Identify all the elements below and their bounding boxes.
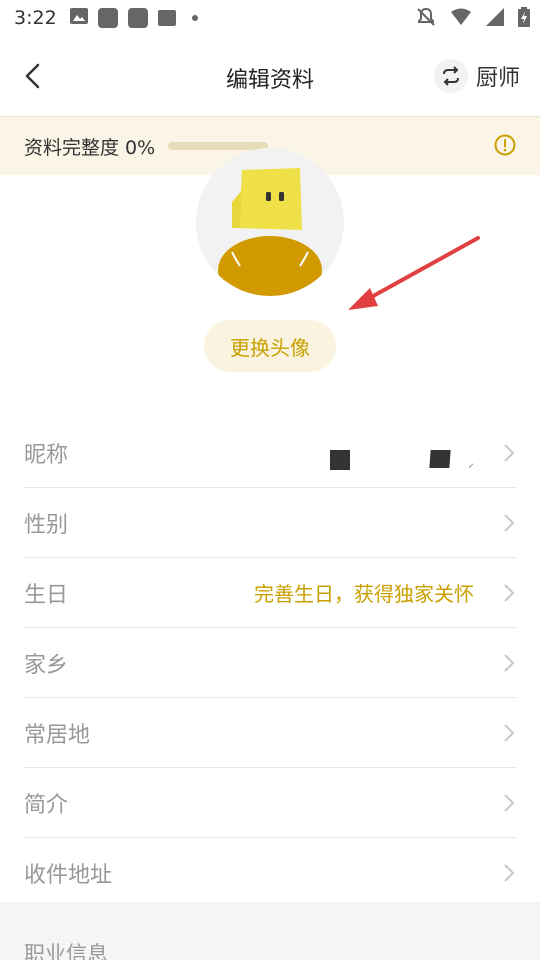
item-label: 性别 [24, 512, 69, 538]
change-avatar-button[interactable]: 更换头像 [204, 320, 336, 372]
chevron-right-icon [504, 794, 515, 812]
nav-bar: 编辑资料 厨师 [0, 36, 540, 116]
section-title-career: 职业信息 [24, 942, 108, 960]
status-right-icons [416, 7, 530, 31]
item-label: 家乡 [24, 652, 69, 678]
redacted-mark: ⸝ [468, 456, 475, 470]
edit-profile-screen: 3:22 编辑资料 厨师 资料完整度 0% 更换头像 昵称 ⸝ 性别 生日 完善… [0, 0, 540, 960]
avatar[interactable] [196, 148, 344, 296]
profile-list: 昵称 ⸝ 性别 生日 完善生日，获得独家关怀 家乡 常居地 简介 收件地址 [0, 418, 540, 907]
image-icon [70, 8, 88, 28]
redacted-block [429, 450, 451, 468]
status-time: 3:22 [14, 7, 57, 29]
profile-item-birthday[interactable]: 生日 完善生日，获得独家关怀 [24, 558, 516, 628]
info-icon[interactable] [494, 134, 516, 156]
chevron-right-icon [504, 654, 515, 672]
redacted-block [330, 450, 350, 470]
wifi-icon [450, 8, 472, 30]
career-section: 职业信息 [0, 902, 540, 960]
item-label: 收件地址 [24, 862, 113, 888]
item-label: 简介 [24, 792, 69, 818]
app-icon [158, 10, 176, 26]
annotation-arrow [348, 236, 480, 310]
item-label: 昵称 [24, 442, 69, 468]
bell-off-icon [416, 7, 436, 31]
dot-icon [192, 15, 198, 21]
birthday-prompt: 完善生日，获得独家关怀 [254, 582, 474, 606]
item-label: 生日 [24, 582, 69, 608]
status-left-icons [70, 8, 198, 28]
switch-chef-button[interactable]: 厨师 [433, 56, 520, 96]
profile-item-bio[interactable]: 简介 [24, 768, 516, 838]
completeness-label: 资料完整度 0% [24, 137, 156, 159]
profile-item-nickname[interactable]: 昵称 ⸝ [24, 418, 516, 488]
switch-label: 厨师 [475, 66, 520, 91]
chevron-right-icon [504, 724, 515, 742]
signal-icon [486, 8, 504, 30]
avatar-illustration [218, 168, 322, 296]
profile-item-hometown[interactable]: 家乡 [24, 628, 516, 698]
profile-item-address[interactable]: 收件地址 [24, 838, 516, 907]
chevron-right-icon [504, 444, 515, 462]
profile-item-residence[interactable]: 常居地 [24, 698, 516, 768]
status-bar: 3:22 [0, 0, 540, 36]
app-icon [128, 8, 148, 28]
chevron-right-icon [504, 584, 515, 602]
switch-icon [433, 59, 468, 93]
chevron-right-icon [504, 864, 515, 882]
item-label: 常居地 [24, 722, 91, 748]
battery-icon [518, 7, 530, 31]
profile-item-gender[interactable]: 性别 [24, 488, 516, 558]
app-icon [98, 8, 118, 28]
chevron-right-icon [504, 514, 515, 532]
